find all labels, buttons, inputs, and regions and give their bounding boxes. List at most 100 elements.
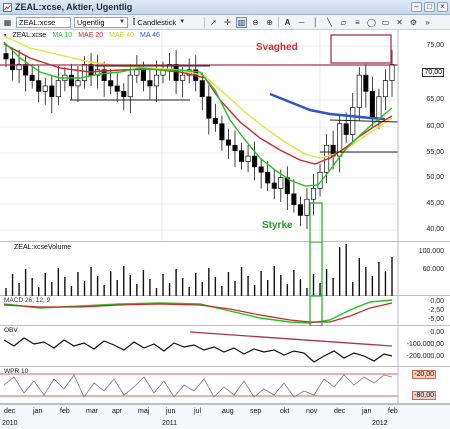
volume-pane: ZEAL:xcseVolume 100.000 60.000 xyxy=(0,242,450,296)
macd-chart[interactable] xyxy=(0,296,450,326)
symbol-input[interactable]: ZEAL:xcse xyxy=(16,16,71,28)
obv-label: OBV xyxy=(4,327,18,334)
candle-body xyxy=(258,166,264,173)
candle-body xyxy=(140,69,146,81)
ellipse-tool-icon[interactable]: ◯ xyxy=(366,17,377,28)
volume-axis-60k: 60.000 xyxy=(422,266,444,273)
volume-bar xyxy=(358,258,360,296)
wpr-pane: WPR 10 -20,00 -80,00 xyxy=(0,367,450,404)
chevron-down-icon: ▼ xyxy=(179,19,186,25)
candle-body xyxy=(363,74,369,92)
candle-body xyxy=(225,139,231,146)
candle-body xyxy=(75,80,81,87)
obv-axis-0: 0,00 xyxy=(430,329,444,336)
wpr-chart[interactable] xyxy=(0,367,450,404)
legend-symbol[interactable]: ZEAL:xcse xyxy=(12,32,46,39)
chart-type-select[interactable]: ⫿ Candlestick ▼ xyxy=(131,17,201,28)
rectangle-tool-icon[interactable]: ▭ xyxy=(380,17,391,28)
price-axis-tick: 60,00 xyxy=(426,123,444,130)
macd-axis-m5: -5,00 xyxy=(428,316,444,323)
volume-bar xyxy=(136,284,138,296)
candle-body xyxy=(55,80,61,98)
month-label: sep xyxy=(250,408,262,415)
candle-body xyxy=(343,123,349,135)
candle-body xyxy=(29,74,35,81)
trend-line-tool-icon[interactable]: ╲ xyxy=(324,17,335,28)
chart-menu-icon[interactable]: ▦ xyxy=(2,17,13,28)
volume-bar xyxy=(365,267,367,296)
candle-body xyxy=(127,74,133,98)
volume-bar xyxy=(90,267,92,296)
volume-bar xyxy=(240,267,243,296)
obv-axis-100k: -100.000,00 xyxy=(406,341,444,348)
close-button[interactable]: × xyxy=(437,2,448,12)
volume-bar xyxy=(44,273,46,296)
volume-bars xyxy=(5,244,393,296)
price-axis-tick: 55,00 xyxy=(426,149,444,156)
volume-bar xyxy=(221,286,223,296)
legend-mae20[interactable]: MAE 20 xyxy=(78,32,103,39)
volume-bar xyxy=(149,279,151,296)
legend-ma46[interactable]: MA 46 xyxy=(140,32,160,39)
macd-label: MACD 26; 12; 9 xyxy=(4,297,51,304)
settings-icon[interactable]: ⚙ xyxy=(408,17,419,28)
legend-mae40[interactable]: MAE 40 xyxy=(109,32,134,39)
pointer-tool-icon[interactable]: ➚ xyxy=(208,17,219,28)
volume-bar xyxy=(384,271,387,296)
volume-bar xyxy=(31,278,33,296)
price-chart[interactable] xyxy=(0,30,450,242)
month-label: nov xyxy=(306,408,318,415)
volume-bar xyxy=(312,274,315,296)
minimize-button[interactable]: – xyxy=(411,2,422,12)
wpr-axis-m80: -80,00 xyxy=(412,391,436,400)
horizontal-line-tool-icon[interactable]: ─ xyxy=(296,17,307,28)
volume-bar xyxy=(188,287,190,296)
period-select[interactable]: Ugentlig ▼ xyxy=(74,16,128,28)
volume-bar xyxy=(96,276,99,296)
candle-body xyxy=(238,150,245,162)
candle-body xyxy=(382,80,389,98)
grid-tool-icon[interactable]: ▥ xyxy=(236,16,247,28)
candle-body xyxy=(180,74,186,81)
candle-body xyxy=(310,188,317,200)
text-tool-icon[interactable]: A xyxy=(282,17,293,28)
macd-pane: MACD 26; 12; 9 0,00 -2,50 -5,00 xyxy=(0,296,450,326)
channel-tool-icon[interactable]: ▱ xyxy=(338,17,349,28)
crosshair-tool-icon[interactable]: ✛ xyxy=(222,17,233,28)
month-label: feb xyxy=(60,408,70,415)
macd-line xyxy=(3,299,393,324)
maximize-button[interactable]: □ xyxy=(424,2,435,12)
window-title-bar: ZEAL:xcse, Aktier, Ugentlig – □ × xyxy=(0,0,450,15)
delete-drawing-icon[interactable]: ✕ xyxy=(394,17,405,28)
volume-bar xyxy=(11,274,14,296)
volume-bar xyxy=(253,285,256,296)
wpr-line xyxy=(3,374,393,398)
zoom-in-icon[interactable]: ⊕ xyxy=(264,17,275,28)
volume-bar xyxy=(345,244,347,296)
legend-ma10[interactable]: MA 10 xyxy=(52,32,72,39)
candle-body xyxy=(376,96,382,119)
price-pane: ▪ ZEAL:xcse MA 10 MAE 20 MAE 40 MA 46 Sv… xyxy=(0,30,450,242)
zoom-out-icon[interactable]: ⊖ xyxy=(250,17,261,28)
more-tools-icon[interactable]: » xyxy=(422,17,433,28)
candle-body xyxy=(389,64,395,81)
month-label: dec xyxy=(4,408,16,415)
wpr-label: WPR 10 xyxy=(4,368,29,375)
month-label: jan xyxy=(33,408,43,415)
fibonacci-tool-icon[interactable]: ≡ xyxy=(352,17,363,28)
volume-bar xyxy=(57,268,60,296)
volume-bar xyxy=(18,283,20,296)
volume-bar xyxy=(24,269,27,296)
obv-chart[interactable] xyxy=(0,326,450,367)
toolbar-divider xyxy=(204,16,205,28)
month-label: feb xyxy=(388,408,398,415)
obv-axis-200k: -200.000,00 xyxy=(406,353,444,360)
volume-bar xyxy=(299,279,302,296)
candle-body xyxy=(304,198,310,216)
volume-bar xyxy=(5,288,7,296)
weakness-annotation: Svaghed xyxy=(256,42,298,53)
month-label: jul xyxy=(194,408,202,415)
vertical-line-tool-icon[interactable]: │ xyxy=(310,17,321,28)
volume-bar xyxy=(64,277,66,296)
price-axis-tick: 50,00 xyxy=(426,174,444,181)
